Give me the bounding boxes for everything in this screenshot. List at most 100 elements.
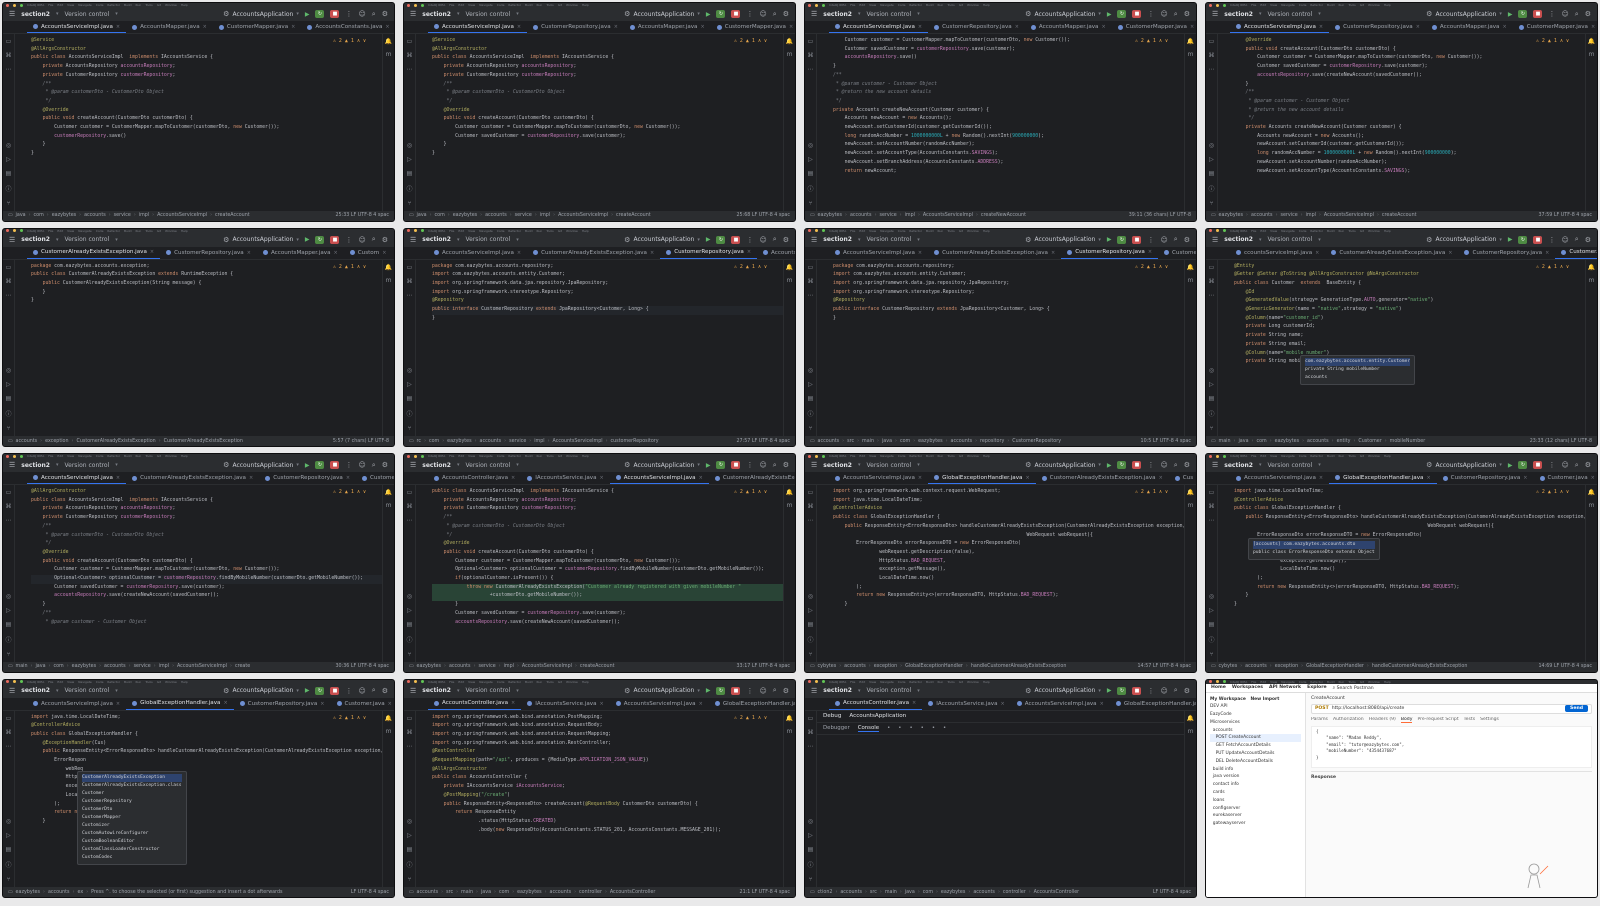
breadcrumb-item[interactable]: accounts bbox=[485, 213, 507, 218]
code-editor[interactable]: @Service @AllArgsConstructor public class … bbox=[27, 34, 382, 211]
search-icon[interactable]: ⌕ bbox=[372, 10, 376, 19]
services-icon[interactable]: ◎ bbox=[808, 142, 813, 149]
run-icon[interactable]: ▷ bbox=[1209, 156, 1214, 163]
close-tab-icon[interactable]: × bbox=[699, 701, 703, 707]
run-config-selector[interactable]: ⚙ AccountsApplication ▾ bbox=[1025, 236, 1101, 244]
breadcrumb-item[interactable]: eazybytes bbox=[52, 213, 76, 218]
search-icon[interactable]: ⌕ bbox=[372, 686, 376, 695]
breadcrumb-item[interactable]: Press ^. to choose the selected (or firs… bbox=[91, 890, 282, 895]
main-menu-icon[interactable]: ☰ bbox=[9, 461, 15, 469]
breadcrumb-item[interactable]: eazybytes bbox=[1275, 439, 1299, 444]
editor-tab[interactable]: AccountsMapper.java × bbox=[257, 247, 344, 259]
editor-tab[interactable]: AccountsServiceImpl.java × bbox=[829, 247, 928, 259]
git-icon[interactable]: ⑂ bbox=[408, 425, 412, 432]
git-icon[interactable]: ⑂ bbox=[7, 651, 11, 658]
breadcrumb-item[interactable]: handleCustomerAlreadyExistsException bbox=[1372, 664, 1468, 669]
services-icon[interactable]: ◎ bbox=[1209, 367, 1214, 374]
code-editor[interactable]: package com.eazybytes.accounts.repositor… bbox=[428, 260, 783, 437]
cursor-position-info[interactable]: 27:57 LF UTF-8 4 spac bbox=[736, 439, 790, 444]
editor-tab[interactable]: AccountsController.java × bbox=[428, 698, 522, 710]
editor-tab[interactable]: CustomerAlreadyExistsException.java × bbox=[527, 247, 660, 259]
problems-icon[interactable]: ⓘ bbox=[406, 409, 412, 418]
breadcrumb-item[interactable]: exception bbox=[1275, 664, 1298, 669]
terminal-icon[interactable]: ▤ bbox=[1209, 621, 1215, 628]
warnings-indicator[interactable]: ⚠ 2 ▲ 1 ∧ ∨ bbox=[1135, 37, 1168, 46]
breadcrumb-item[interactable]: customerRepository bbox=[611, 439, 659, 444]
collection-item[interactable]: EazyCode bbox=[1210, 711, 1301, 719]
completion-item[interactable]: CustomCodec bbox=[82, 854, 182, 862]
more-tools-icon[interactable]: ⋯ bbox=[808, 66, 814, 73]
collection-item[interactable]: DEL DeleteAccountDetails bbox=[1210, 758, 1301, 766]
breadcrumb-item[interactable]: com bbox=[900, 439, 910, 444]
run-icon[interactable]: ▷ bbox=[808, 381, 813, 388]
breadcrumb-item[interactable]: eazybytes bbox=[72, 664, 96, 669]
close-tab-icon[interactable]: × bbox=[1503, 24, 1507, 30]
editor-tab[interactable]: GlobalExceptionHandler.java× bbox=[1110, 698, 1196, 710]
run-config-selector[interactable]: ⚙ AccountsApplication ▾ bbox=[223, 687, 299, 695]
editor-tab[interactable]: CustomerAlreadyExistsException.java × bbox=[126, 472, 259, 484]
breadcrumb-item[interactable]: AccountsServiceImpl bbox=[553, 439, 603, 444]
vcs-icon[interactable]: ▭ bbox=[409, 213, 414, 218]
project-selector[interactable]: section2 bbox=[823, 687, 852, 694]
more-tools-icon[interactable]: ⋯ bbox=[6, 517, 12, 524]
maven-icon[interactable]: m bbox=[386, 51, 392, 58]
structure-icon[interactable]: ⌘ bbox=[407, 503, 413, 510]
cursor-position-info[interactable]: LF UTF-8 4 spac bbox=[1153, 890, 1191, 895]
close-tab-icon[interactable]: × bbox=[650, 250, 654, 256]
problems-icon[interactable]: ⓘ bbox=[5, 184, 11, 193]
more-tools-icon[interactable]: ⋯ bbox=[407, 743, 413, 750]
maven-icon[interactable]: m bbox=[386, 728, 392, 735]
run-config-selector[interactable]: ⚙ AccountsApplication ▾ bbox=[223, 236, 299, 244]
stop-button[interactable]: ■ bbox=[1132, 461, 1142, 469]
vcs-icon[interactable]: ▭ bbox=[1211, 664, 1216, 669]
collection-item[interactable]: Microservices bbox=[1210, 719, 1301, 727]
breadcrumb-item[interactable]: impl bbox=[1306, 213, 1316, 218]
folder-icon[interactable]: ▭ bbox=[407, 489, 413, 496]
code-editor[interactable]: @AllArgsConstructor public class Accounts… bbox=[27, 485, 382, 662]
project-selector[interactable]: section2 bbox=[21, 11, 50, 18]
run-icon[interactable]: ▶ bbox=[1107, 11, 1112, 18]
terminal-icon[interactable]: ▤ bbox=[6, 846, 12, 853]
services-icon[interactable]: ◎ bbox=[6, 593, 11, 600]
settings-icon[interactable]: ⚙ bbox=[382, 461, 388, 469]
editor-tab[interactable]: AccountsMapper.java × bbox=[126, 21, 213, 33]
breadcrumb-item[interactable]: accounts bbox=[844, 664, 866, 669]
user-icon[interactable]: ☺ bbox=[358, 687, 365, 695]
breadcrumb-item[interactable]: mobileNumber bbox=[1390, 439, 1426, 444]
maven-icon[interactable]: m bbox=[1589, 502, 1595, 509]
breadcrumb-item[interactable]: CustomerAlreadyExistsException bbox=[76, 439, 155, 444]
run-icon[interactable]: ▶ bbox=[305, 11, 310, 18]
editor-tab[interactable]: AccountsServiceImpl.java × bbox=[27, 472, 127, 484]
version-control-menu[interactable]: Version control bbox=[65, 462, 110, 469]
breadcrumb-item[interactable]: service bbox=[134, 664, 151, 669]
breadcrumb-item[interactable]: accounts bbox=[951, 439, 973, 444]
code-editor[interactable]: @Service @AllArgsConstructor public class … bbox=[428, 34, 783, 211]
editor-tab[interactable]: CustomerRepository.java × bbox=[660, 247, 758, 259]
run-icon[interactable]: ▷ bbox=[407, 832, 412, 839]
project-selector[interactable]: section2 bbox=[21, 462, 50, 469]
editor-tab[interactable]: AccountsServiceImpl.java × bbox=[1230, 21, 1330, 33]
notifications-icon[interactable]: 🔔 bbox=[1187, 38, 1194, 45]
version-control-menu[interactable]: Version control bbox=[1268, 236, 1313, 243]
more-tools-icon[interactable]: ⋯ bbox=[808, 517, 814, 524]
editor-tab[interactable]: Custom × bbox=[344, 247, 393, 259]
more-tools-icon[interactable]: ⋯ bbox=[6, 743, 12, 750]
more-icon[interactable]: ⋮ bbox=[345, 687, 352, 695]
completion-item[interactable]: CustomerRepository bbox=[82, 798, 182, 806]
completion-item[interactable]: [accounts] com.eazybytes.accounts.dto bbox=[1253, 541, 1375, 549]
git-icon[interactable]: ⑂ bbox=[1210, 200, 1214, 207]
notifications-icon[interactable]: 🔔 bbox=[1588, 38, 1595, 45]
editor-tab[interactable]: CustomerRepository.java × bbox=[259, 472, 356, 484]
folder-icon[interactable]: ▭ bbox=[1209, 38, 1215, 45]
close-tab-icon[interactable]: × bbox=[1001, 701, 1005, 707]
editor-tab[interactable]: AccountsServiceImpl.java × bbox=[829, 21, 929, 33]
git-icon[interactable]: ⑂ bbox=[408, 651, 412, 658]
stop-button[interactable]: ■ bbox=[1132, 686, 1142, 695]
request-subtab[interactable]: Headers (9) bbox=[1369, 717, 1396, 723]
breadcrumb-item[interactable]: AccountsServiceImpl bbox=[558, 213, 608, 218]
new-button[interactable]: New bbox=[1250, 697, 1261, 702]
user-icon[interactable]: ☺ bbox=[1561, 236, 1568, 244]
completion-item[interactable]: com.eazybytes.accounts.entity.Customer bbox=[1305, 357, 1411, 366]
breadcrumb-item[interactable]: accounts bbox=[104, 664, 126, 669]
rerun-button[interactable]: ↻ bbox=[1117, 461, 1127, 469]
